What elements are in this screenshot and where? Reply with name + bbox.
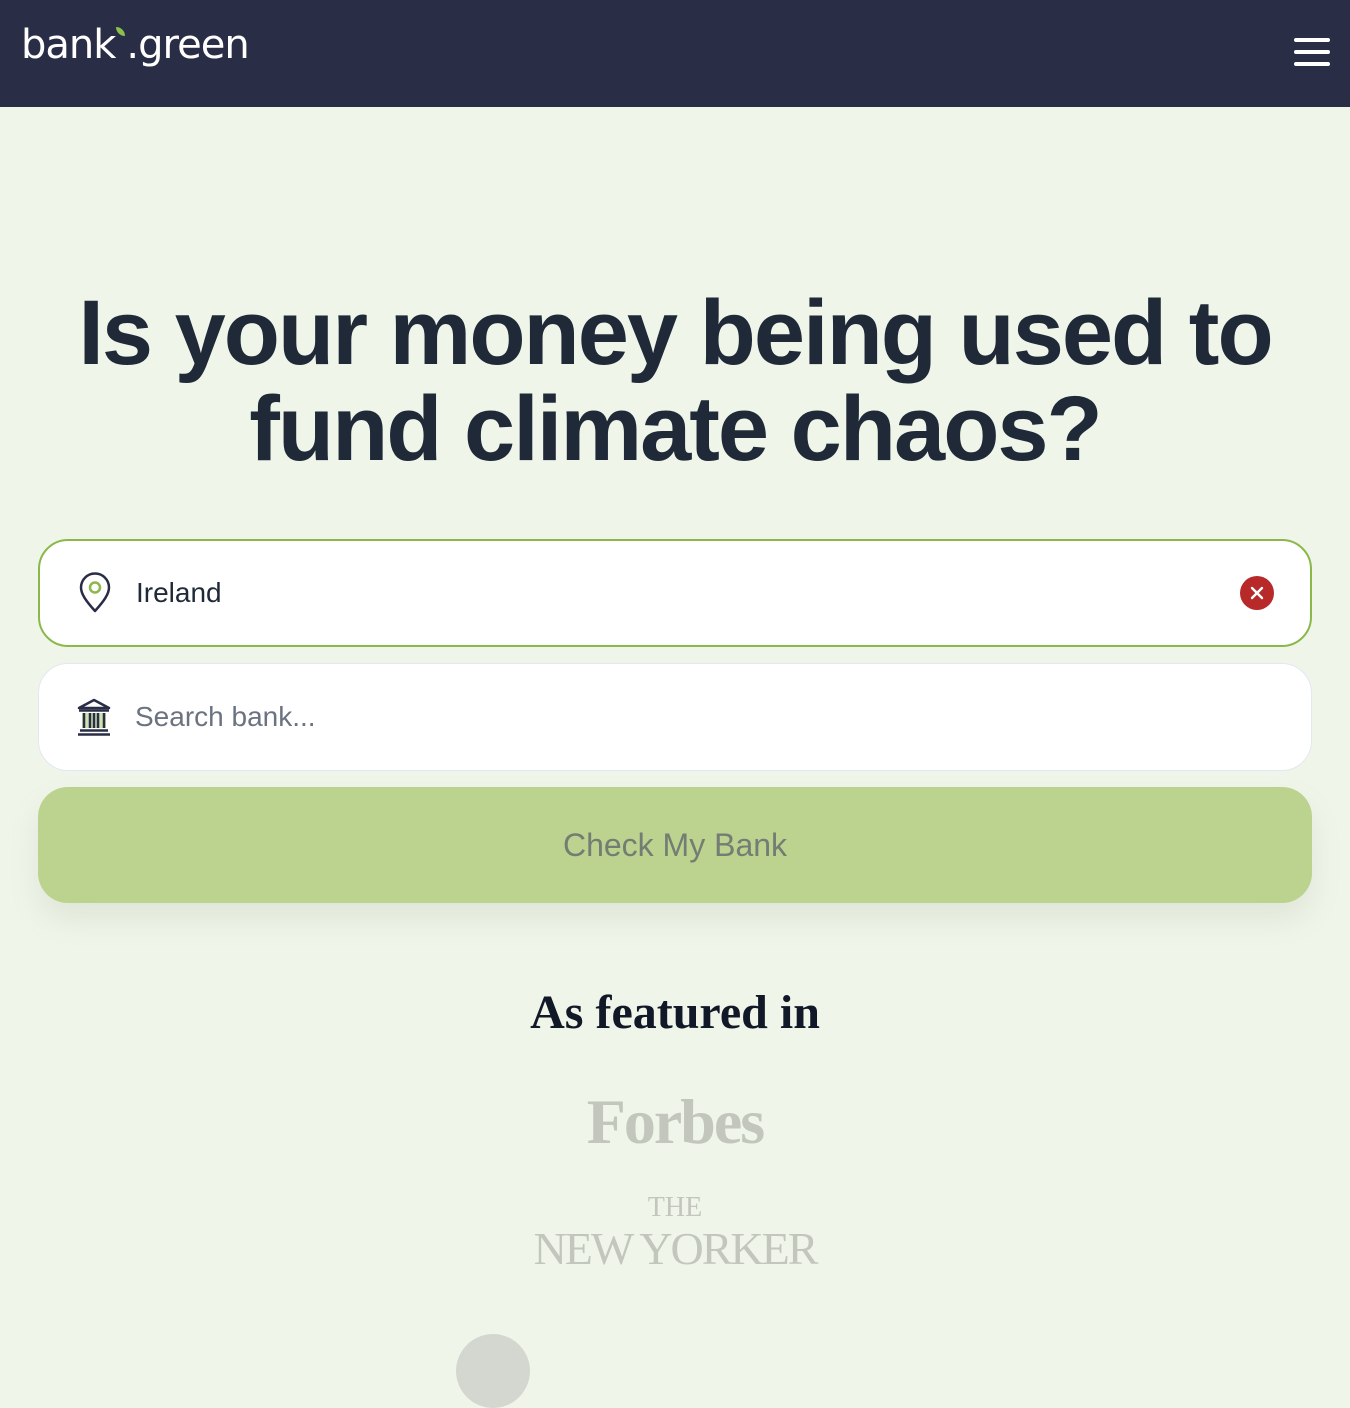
logo-text-bank: bank (21, 22, 116, 68)
bank-green-logo[interactable]: bank. green (21, 22, 250, 82)
check-my-bank-button[interactable]: Check My Bank (38, 787, 1312, 903)
hero-headline: Is your money being used to fund climate… (0, 285, 1350, 477)
new-yorker-logo: THE NEW YORKER (0, 1192, 1350, 1274)
menu-bar-bottom (1294, 62, 1330, 66)
leaf-icon (116, 27, 126, 36)
bank-search-field[interactable] (38, 663, 1312, 771)
menu-bar-middle (1294, 50, 1330, 54)
forbes-logo: Forbes (586, 1086, 765, 1157)
headline-line-2: fund climate chaos? (249, 378, 1102, 480)
featured-heading: As featured in (530, 986, 820, 1039)
logo-text-dot: . (126, 22, 139, 68)
location-pin-icon (79, 572, 111, 613)
bank-search-input[interactable] (135, 664, 1215, 770)
press-logo-partial (456, 1334, 530, 1408)
menu-bar-top (1294, 38, 1330, 42)
location-field[interactable] (38, 539, 1312, 647)
clear-icon[interactable] (1240, 576, 1274, 610)
close-icon (1250, 586, 1264, 600)
bank-building-icon (77, 698, 111, 736)
location-input[interactable] (136, 541, 1216, 645)
new-yorker-logo-name: NEW YORKER (533, 1223, 819, 1274)
hamburger-menu-icon[interactable] (1290, 35, 1334, 69)
new-yorker-logo-the: THE (647, 1192, 703, 1223)
headline-line-1: Is your money being used to (78, 282, 1273, 384)
top-navigation-bar: bank. green (0, 0, 1350, 107)
logo-text-green: green (138, 22, 250, 68)
